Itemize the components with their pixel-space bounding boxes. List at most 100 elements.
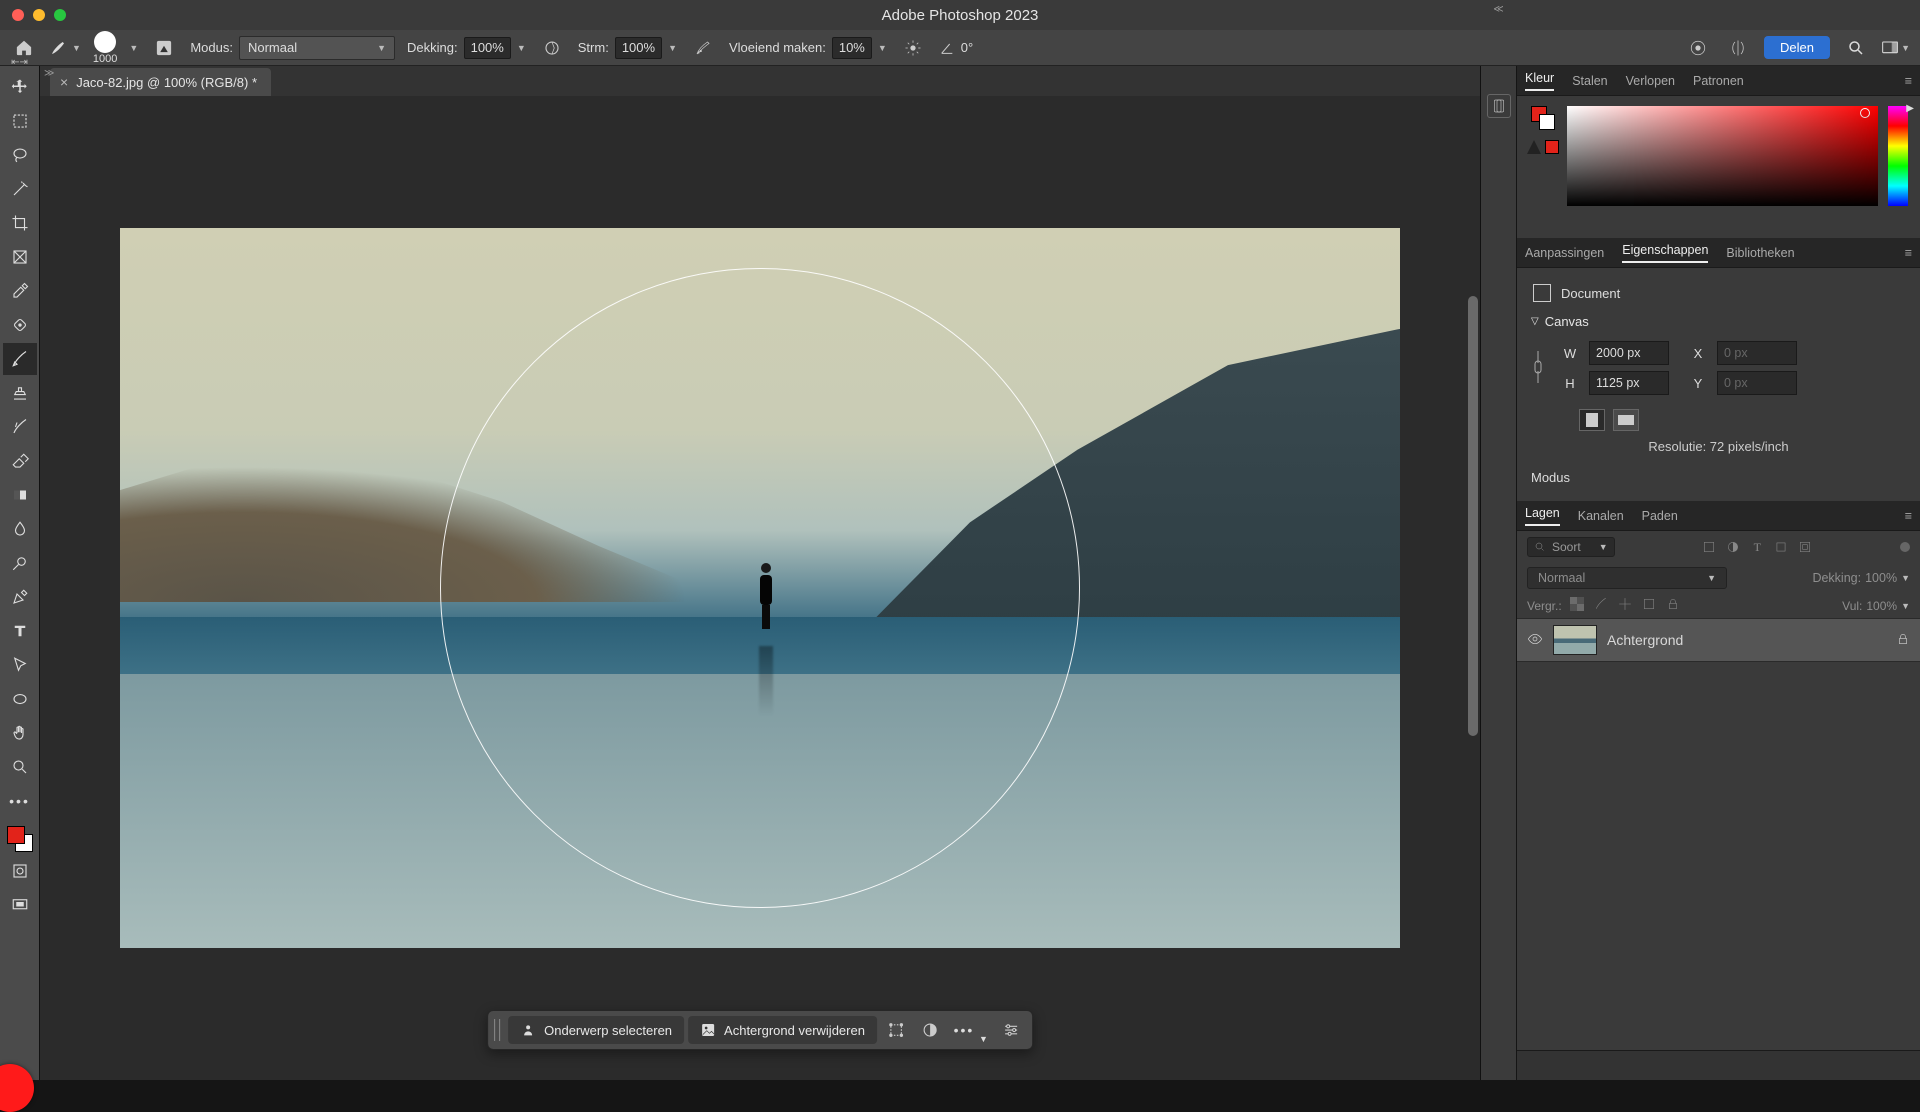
filter-type-icon[interactable]: T [1749, 539, 1765, 555]
opacity-value-input[interactable]: 100% [464, 37, 511, 59]
eyedropper-tool[interactable] [3, 275, 37, 307]
history-brush-tool[interactable] [3, 411, 37, 443]
chevron-down-icon[interactable]: ▼ [668, 43, 677, 53]
clone-stamp-tool[interactable] [3, 377, 37, 409]
pen-tool[interactable] [3, 581, 37, 613]
share-button[interactable]: Delen [1764, 36, 1830, 59]
maximize-window-icon[interactable] [54, 9, 66, 21]
layer-filter-select[interactable]: Soort ▼ [1527, 537, 1615, 557]
x-input[interactable]: 0 px [1717, 341, 1797, 365]
visibility-toggle-icon[interactable] [1527, 631, 1543, 650]
magic-wand-tool[interactable] [3, 173, 37, 205]
hue-slider[interactable]: ▶ [1888, 106, 1908, 206]
tab-libraries[interactable]: Bibliotheken [1726, 246, 1794, 260]
chevron-down-icon[interactable]: ▼ [517, 43, 526, 53]
filter-smart-icon[interactable] [1797, 539, 1813, 555]
height-input[interactable]: 1125 px [1589, 371, 1669, 395]
document-tab[interactable]: × Jaco-82.jpg @ 100% (RGB/8) * [50, 68, 271, 96]
healing-brush-tool[interactable] [3, 309, 37, 341]
blend-mode-select[interactable]: Normaal ▼ [239, 36, 395, 60]
layer-blend-select[interactable]: Normaal ▼ [1527, 567, 1727, 589]
zoom-tool[interactable] [3, 751, 37, 783]
lasso-tool[interactable] [3, 139, 37, 171]
tab-paths[interactable]: Paden [1642, 509, 1678, 523]
toolbar-collapse-icon[interactable]: ⇤⇥ [0, 57, 39, 67]
brush-tool-indicator[interactable]: ▼ [50, 40, 81, 56]
panel-menu-icon[interactable]: ≡ [1905, 246, 1912, 260]
search-button[interactable] [1842, 34, 1870, 62]
pressure-size-button[interactable] [1684, 34, 1712, 62]
select-subject-button[interactable]: Onderwerp selecteren [508, 1016, 684, 1044]
chevron-down-icon[interactable]: ▼ [129, 43, 138, 53]
foreground-swatch[interactable] [7, 826, 25, 844]
layer-fill-value[interactable]: 100% [1866, 599, 1897, 613]
vertical-scrollbar[interactable] [1468, 156, 1478, 916]
smoothing-value-input[interactable]: 10% [832, 37, 872, 59]
type-tool[interactable] [3, 615, 37, 647]
filter-shape-icon[interactable] [1773, 539, 1789, 555]
shape-tool[interactable] [3, 683, 37, 715]
color-swatches[interactable] [5, 824, 35, 854]
gradient-tool[interactable] [3, 479, 37, 511]
lock-all-icon[interactable] [1666, 597, 1680, 614]
minimize-window-icon[interactable] [33, 9, 45, 21]
filter-toggle[interactable] [1900, 542, 1910, 552]
workspace-switcher-button[interactable]: ▼ [1882, 34, 1910, 62]
width-input[interactable]: 2000 px [1589, 341, 1669, 365]
remove-background-button[interactable]: Achtergrond verwijderen [688, 1016, 877, 1044]
canvas-section-header[interactable]: ▽ Canvas [1531, 314, 1906, 329]
frame-tool[interactable] [3, 241, 37, 273]
portrait-orientation-button[interactable] [1579, 409, 1605, 431]
gamut-warning[interactable] [1527, 140, 1559, 154]
more-options-button[interactable]: ••• [949, 1015, 979, 1045]
lock-artboard-icon[interactable] [1642, 597, 1656, 614]
marquee-tool[interactable] [3, 105, 37, 137]
adjustments-button[interactable] [996, 1015, 1026, 1045]
scrollbar-thumb[interactable] [1468, 296, 1478, 736]
lock-pixels-icon[interactable] [1594, 597, 1608, 614]
layer-row[interactable]: Achtergrond [1517, 618, 1920, 662]
angle-control[interactable]: 0° [939, 40, 973, 56]
smoothing-options-button[interactable] [899, 34, 927, 62]
tab-gradients[interactable]: Verlopen [1626, 74, 1675, 88]
symmetry-button[interactable] [1724, 34, 1752, 62]
move-tool[interactable] [3, 71, 37, 103]
layer-lock-icon[interactable] [1896, 632, 1910, 649]
chevron-down-icon[interactable]: ▼ [1901, 601, 1910, 611]
chevron-down-icon[interactable]: ▼ [1901, 573, 1910, 583]
contextual-task-bar[interactable]: Onderwerp selecteren Achtergrond verwijd… [487, 1010, 1033, 1050]
panel-menu-icon[interactable]: ≡ [1905, 74, 1912, 88]
drag-handle-icon[interactable] [494, 1019, 500, 1041]
landscape-orientation-button[interactable] [1613, 409, 1639, 431]
tab-channels[interactable]: Kanalen [1578, 509, 1624, 523]
tab-properties[interactable]: Eigenschappen [1622, 243, 1708, 263]
lock-position-icon[interactable] [1618, 597, 1632, 614]
image-canvas[interactable] [120, 228, 1400, 948]
brush-size-preview[interactable]: 1000 [93, 31, 117, 65]
brush-tool[interactable] [3, 343, 37, 375]
tab-patterns[interactable]: Patronen [1693, 74, 1744, 88]
filter-pixel-icon[interactable] [1701, 539, 1717, 555]
panel-menu-icon[interactable]: ≡ [1905, 509, 1912, 523]
filter-adjust-icon[interactable] [1725, 539, 1741, 555]
dodge-tool[interactable] [3, 547, 37, 579]
brush-settings-button[interactable] [150, 34, 178, 62]
eraser-tool[interactable] [3, 445, 37, 477]
tab-color[interactable]: Kleur [1525, 71, 1554, 91]
close-tab-icon[interactable]: × [60, 74, 68, 90]
blur-tool[interactable] [3, 513, 37, 545]
minimized-panel-icon[interactable] [1487, 94, 1511, 118]
color-picker-cursor[interactable] [1860, 108, 1870, 118]
chevron-down-icon[interactable]: ▼ [878, 43, 887, 53]
close-window-icon[interactable] [12, 9, 24, 21]
flow-value-input[interactable]: 100% [615, 37, 662, 59]
layer-opacity-value[interactable]: 100% [1865, 571, 1897, 585]
tab-swatches[interactable]: Stalen [1572, 74, 1607, 88]
mode-row[interactable]: Modus [1531, 470, 1906, 485]
tab-adjustments[interactable]: Aanpassingen [1525, 246, 1604, 260]
layer-name[interactable]: Achtergrond [1607, 632, 1683, 648]
layer-thumbnail[interactable] [1553, 625, 1597, 655]
mask-button[interactable] [915, 1015, 945, 1045]
pressure-opacity-button[interactable] [538, 34, 566, 62]
link-dimensions-icon[interactable] [1531, 347, 1547, 390]
